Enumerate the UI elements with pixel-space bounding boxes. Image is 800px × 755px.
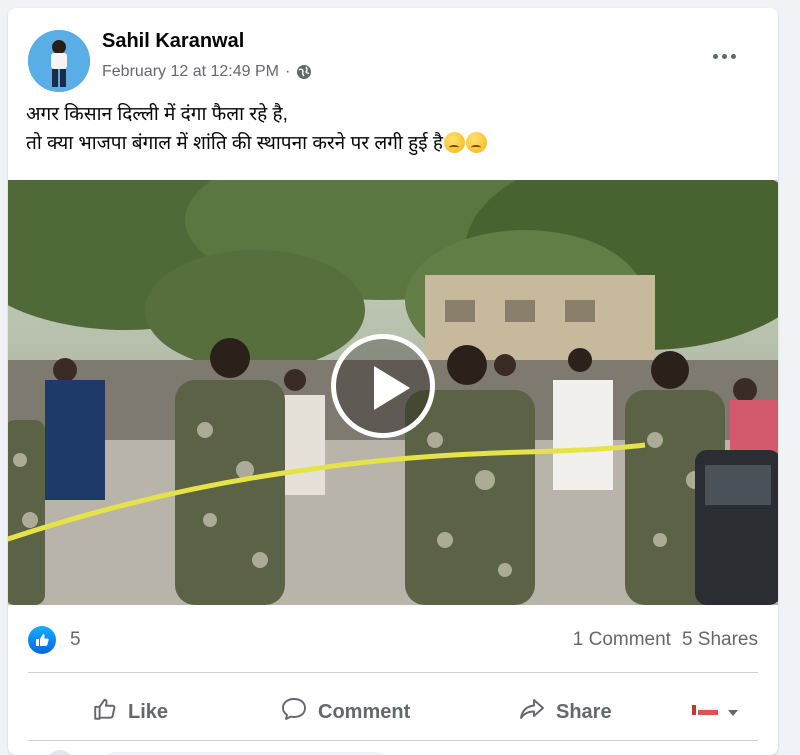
avatar[interactable]: [28, 30, 90, 92]
dot-icon: [712, 53, 718, 59]
engagement-counts: 1 Comment 5 Shares: [573, 629, 758, 651]
post-text-line-1: अगर किसान दिल्ली में दंगा फैला रहे है,: [26, 104, 288, 125]
avatar-image: [28, 30, 90, 92]
post-timestamp[interactable]: February 12 at 12:49 PM: [102, 63, 279, 81]
shares-count-link[interactable]: 5 Shares: [682, 629, 758, 651]
thumbs-up-icon: [92, 696, 118, 728]
action-bar: Like Comment Share: [28, 684, 758, 740]
page-avatar-icon: [690, 699, 720, 725]
reaction-count: 5: [70, 629, 81, 650]
comments-count-link[interactable]: 1 Comment: [573, 629, 671, 651]
comment-label: Comment: [318, 700, 411, 723]
meta-separator: ·: [284, 63, 291, 80]
post-text-line-2: तो क्या भाजपा बंगाल में शांति की स्थापना…: [26, 133, 443, 154]
comment-composer-partial: [28, 746, 758, 755]
sad-face-emoji-icon: [465, 132, 487, 153]
reaction-audience-selector[interactable]: [690, 690, 740, 734]
comment-bubble-icon: [280, 696, 308, 728]
sad-face-emoji-icon: [443, 132, 465, 153]
video-player[interactable]: [8, 180, 778, 605]
avatar: [46, 750, 74, 755]
post-text: अगर किसान दिल्ली में दंगा फैला रहे है, त…: [26, 100, 766, 158]
like-label: Like: [128, 700, 169, 723]
post-card: Sahil Karanwal February 12 at 12:49 PM ·…: [8, 8, 778, 755]
globe-icon[interactable]: [296, 64, 312, 80]
share-label: Share: [556, 700, 612, 723]
dot-icon: [721, 53, 727, 59]
author-name[interactable]: Sahil Karanwal: [102, 30, 244, 53]
comment-button[interactable]: Comment: [280, 690, 410, 734]
dot-icon: [730, 53, 736, 59]
post-text-line-2-wrap: तो क्या भाजपा बंगाल में शांति की स्थापना…: [26, 129, 766, 158]
like-reaction-icon: [28, 626, 56, 654]
post-stats: 5 1 Comment 5 Shares: [28, 622, 758, 658]
reactions-summary[interactable]: 5: [28, 626, 81, 654]
divider: [28, 740, 758, 741]
post-meta: February 12 at 12:49 PM ·: [102, 63, 312, 81]
play-icon[interactable]: [331, 334, 435, 438]
like-button[interactable]: Like: [92, 690, 168, 734]
chevron-down-icon: [726, 701, 740, 724]
divider: [28, 672, 758, 673]
share-arrow-icon: [518, 696, 546, 728]
more-options-button[interactable]: [706, 46, 742, 66]
share-button[interactable]: Share: [518, 690, 612, 734]
